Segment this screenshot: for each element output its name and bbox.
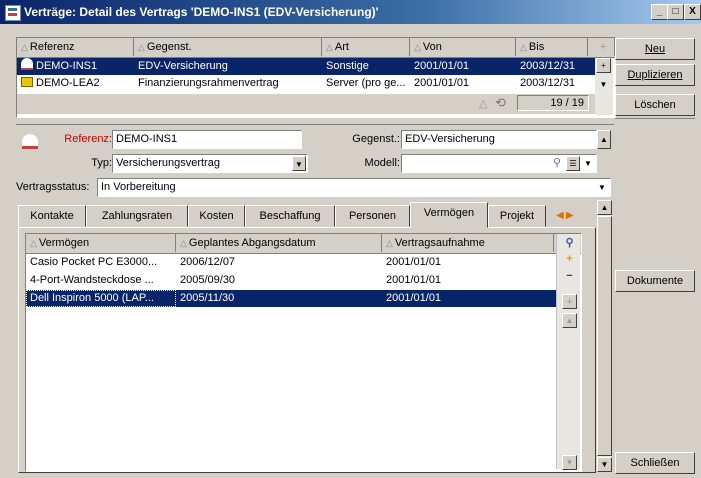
tab-scroll-left-icon[interactable]: ◀	[556, 210, 564, 221]
assets-list[interactable]: △ Vermögen △ Geplantes Abgangsdatum △ Vertr…	[25, 233, 582, 472]
delete-button[interactable]: Löschen	[615, 94, 695, 116]
status-label: Vertragsstatus:	[16, 181, 90, 193]
scroll-up-icon[interactable]: ▲	[562, 313, 577, 328]
referenz-label: Referenz:	[64, 133, 112, 145]
contracts-footer: △ ⟲ 19 / 19	[17, 94, 595, 114]
col-header-bis[interactable]: △ Bis	[516, 38, 588, 56]
cell-art: Sonstige	[326, 60, 369, 72]
insurance-icon	[22, 134, 38, 149]
search-icon[interactable]: ⚲	[562, 236, 577, 251]
tab-kosten[interactable]: Kosten	[188, 205, 245, 227]
tab-scroll-right-icon[interactable]: ▶	[566, 210, 574, 221]
add-column-icon[interactable]: +	[588, 38, 615, 56]
close-button[interactable]: X	[684, 4, 701, 20]
cell-vermoegen: Casio Pocket PC E3000...	[30, 256, 158, 268]
window-title: Verträge: Detail des Vertrags 'DEMO-INS1…	[24, 5, 379, 19]
scroll-up-icon[interactable]: ▲	[597, 200, 612, 215]
search-icon[interactable]: ⚲	[550, 156, 564, 171]
close-dialog-button[interactable]: Schließen	[615, 452, 695, 474]
table-row[interactable]: DEMO-INS1 EDV-Versicherung Sonstige 2001…	[17, 58, 595, 75]
typ-label: Typ:	[91, 157, 112, 169]
cell-referenz: DEMO-LEA2	[36, 77, 100, 89]
table-row[interactable]: 4-Port-Wandsteckdose ... 2005/09/30 2001…	[26, 272, 556, 289]
detail-scrollbar[interactable]: ▲ ▼	[597, 200, 612, 472]
col-header-vermoegen[interactable]: △ Vermögen	[26, 234, 176, 252]
gegenst-field[interactable]: EDV-Versicherung	[401, 130, 597, 149]
status-value: In Vorbereitung	[101, 181, 176, 193]
table-row[interactable]: Casio Pocket PC E3000... 2006/12/07 2001…	[26, 254, 556, 271]
documents-button[interactable]: Dokumente	[615, 270, 695, 292]
cell-bis: 2003/12/31	[520, 77, 576, 89]
tab-kontakte[interactable]: Kontakte	[18, 205, 86, 227]
plus-icon[interactable]: +	[562, 294, 577, 309]
gegenst-label: Gegenst.:	[352, 133, 400, 145]
cell-von: 2001/01/01	[414, 60, 470, 72]
scroll-down-icon[interactable]: ▼	[596, 78, 611, 93]
refresh-icon[interactable]: ⟲	[495, 95, 506, 111]
cell-vermoegen: Dell Inspiron 5000 (LAP...	[26, 290, 176, 307]
divider	[16, 124, 614, 125]
scroll-up-icon[interactable]: ▲	[597, 130, 611, 149]
modell-label: Modell:	[364, 157, 400, 169]
cell-aufnahme: 2001/01/01	[386, 256, 442, 268]
cell-gegenst: EDV-Versicherung	[138, 60, 228, 72]
add-icon[interactable]: +	[562, 252, 577, 267]
record-count: 19 / 19	[517, 95, 589, 111]
modell-field[interactable]: ⚲ ☰ ▼	[401, 154, 597, 173]
cell-abgang: 2005/11/30	[180, 292, 235, 304]
cell-aufnahme: 2001/01/01	[386, 274, 442, 286]
new-button[interactable]: Neu	[615, 38, 695, 60]
plus-icon[interactable]: +	[596, 58, 611, 73]
col-header-art[interactable]: △ Art	[322, 38, 410, 56]
chevron-down-icon[interactable]: ▼	[595, 180, 609, 195]
app-icon	[5, 5, 21, 21]
scroll-down-icon[interactable]: ▼	[597, 457, 612, 472]
scroll-thumb[interactable]	[597, 216, 612, 456]
tab-zahlungsraten[interactable]: Zahlungsraten	[86, 205, 188, 227]
cell-referenz: DEMO-INS1	[36, 60, 98, 72]
col-header-von[interactable]: △ Von	[410, 38, 516, 56]
contracts-header: △ Referenz △ Gegenst. △ Art △ Von △ Bis +	[17, 38, 615, 58]
divider	[615, 118, 695, 119]
tab-vermoegen[interactable]: Vermögen	[410, 202, 488, 228]
cell-gegenst: Finanzierungsrahmenvertrag	[138, 77, 279, 89]
referenz-field[interactable]: DEMO-INS1	[112, 130, 302, 149]
remove-icon[interactable]: −	[562, 269, 577, 284]
tab-personen[interactable]: Personen	[335, 205, 410, 227]
detail-icon[interactable]: ☰	[566, 156, 580, 171]
cell-abgang: 2006/12/07	[180, 256, 236, 268]
scroll-down-icon[interactable]: ▼	[562, 455, 577, 470]
maximize-button[interactable]: □	[667, 4, 684, 20]
col-header-referenz[interactable]: △ Referenz	[17, 38, 134, 56]
cell-abgang: 2005/09/30	[180, 274, 236, 286]
cell-aufnahme: 2001/01/01	[386, 292, 442, 304]
cell-bis: 2003/12/31	[520, 60, 576, 72]
cell-von: 2001/01/01	[414, 77, 470, 89]
contracts-scrollbar[interactable]: + ▼	[595, 58, 613, 115]
cell-art: Server (pro ge...	[326, 77, 406, 89]
typ-value: Versicherungsvertrag	[116, 157, 220, 169]
col-header-gegenst[interactable]: △ Gegenst.	[134, 38, 322, 56]
sort-icon: △	[479, 98, 488, 110]
chevron-down-icon[interactable]: ▼	[582, 156, 594, 171]
tab-projekt[interactable]: Projekt	[488, 205, 546, 227]
col-header-abgangsdatum[interactable]: △ Geplantes Abgangsdatum	[176, 234, 382, 252]
insurance-icon	[21, 58, 33, 70]
table-row[interactable]: Dell Inspiron 5000 (LAP... 2005/11/30 20…	[26, 290, 556, 307]
duplicate-button[interactable]: Duplizieren	[615, 64, 695, 86]
status-select[interactable]: In Vorbereitung ▼	[97, 178, 611, 197]
tab-beschaffung[interactable]: Beschaffung	[245, 205, 335, 227]
assets-header: △ Vermögen △ Geplantes Abgangsdatum △ Vertr…	[26, 234, 581, 254]
lease-icon	[21, 77, 33, 87]
minimize-button[interactable]: _	[651, 4, 668, 20]
table-row[interactable]: DEMO-LEA2 Finanzierungsrahmenvertrag Ser…	[17, 75, 595, 92]
contracts-list[interactable]: △ Referenz △ Gegenst. △ Art △ Von △ Bis + DEM…	[16, 37, 616, 118]
cell-vermoegen: 4-Port-Wandsteckdose ...	[30, 274, 154, 286]
typ-select[interactable]: Versicherungsvertrag ▼	[112, 154, 308, 173]
col-header-vertragsaufnahme[interactable]: △ Vertragsaufnahme	[382, 234, 554, 252]
chevron-down-icon[interactable]: ▼	[292, 156, 306, 171]
title-bar[interactable]: Verträge: Detail des Vertrags 'DEMO-INS1…	[0, 0, 701, 24]
